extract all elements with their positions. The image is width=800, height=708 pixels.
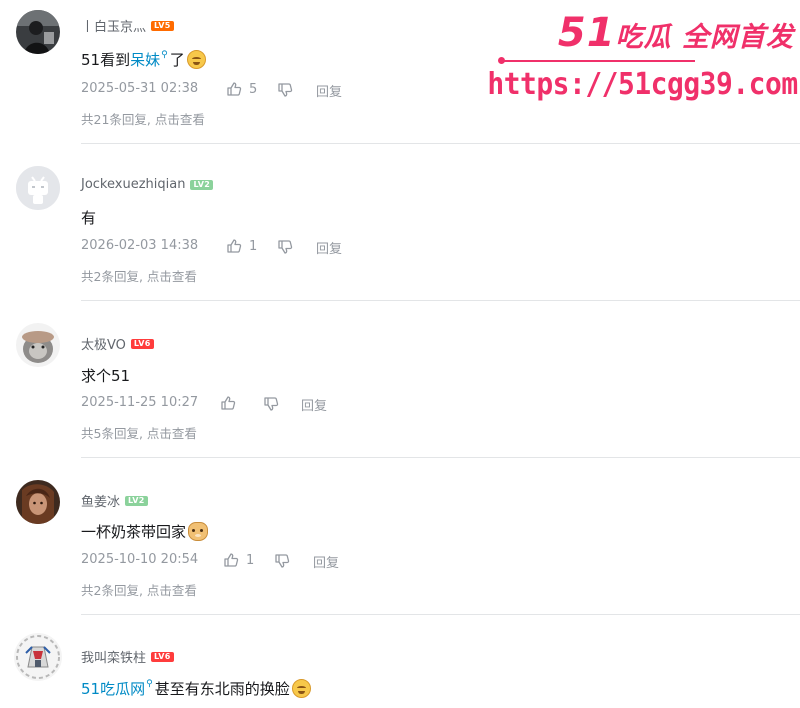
divider — [81, 457, 800, 458]
watermark-url: https://51cgg39.com — [487, 67, 799, 102]
like-button[interactable]: 1 — [223, 552, 254, 568]
reply-button[interactable]: 回复 — [301, 395, 327, 414]
search-link-icon: ⚲ — [146, 678, 153, 689]
dislike-button[interactable] — [277, 82, 293, 102]
level-badge: LV2 — [125, 495, 148, 506]
avatar[interactable] — [16, 10, 60, 54]
thumbs-down-icon — [278, 240, 293, 254]
content-text: 有 — [81, 209, 97, 227]
watermark: 51吃瓜 全网首发 https://51cgg39.com — [488, 8, 800, 108]
reply-button[interactable]: 回复 — [313, 552, 339, 571]
avatar[interactable] — [14, 633, 62, 681]
content-text: 求个51 — [81, 367, 131, 385]
like-count: 5 — [249, 81, 258, 97]
level-badge: LV6 — [130, 338, 154, 349]
username[interactable]: 鱼姜冰 LV2 — [81, 491, 148, 510]
reply-button[interactable]: 回复 — [316, 238, 342, 257]
doge-emoji-icon — [188, 522, 209, 541]
watermark-brand: 51吃瓜 全网首发 — [558, 10, 794, 56]
username[interactable]: Jockexuezhiqian LV2 — [81, 177, 214, 192]
search-link-icon: ⚲ — [161, 49, 168, 60]
reply-button[interactable]: 回复 — [316, 81, 342, 100]
content-text: 51看到 — [81, 51, 131, 69]
content-link[interactable]: 51吃瓜网 — [81, 678, 145, 699]
level-badge: LV6 — [151, 651, 174, 662]
view-replies-link[interactable]: 共2条回复, 点击查看 — [81, 266, 197, 285]
comment-content: 一杯奶茶带回家 — [81, 521, 209, 542]
thumbs-down-icon — [264, 397, 279, 411]
divider — [81, 143, 800, 144]
username-text: 太极VO — [81, 338, 126, 353]
thumbs-up-icon — [227, 239, 242, 253]
thumbs-up-icon — [227, 82, 242, 96]
view-replies-link[interactable]: 共2条回复, 点击查看 — [81, 580, 197, 599]
thumbs-up-icon — [221, 396, 236, 410]
comment-item: 我叫栾铁柱 LV6 51吃瓜网 ⚲ 甚至有东北雨的换脸 — [0, 628, 800, 708]
content-link[interactable]: 呆妹 — [130, 49, 160, 70]
comment-content: 51吃瓜网 ⚲ 甚至有东北雨的换脸 — [81, 678, 311, 699]
thumbs-down-icon — [275, 554, 290, 568]
username[interactable]: 我叫栾铁柱 LV6 — [81, 647, 174, 666]
username-text: 丨白玉京灬 — [81, 20, 147, 35]
avatar[interactable] — [16, 480, 60, 524]
divider — [81, 614, 800, 615]
username-text: 鱼姜冰 — [81, 495, 121, 510]
comment-content: 有 — [81, 207, 96, 228]
view-replies-link[interactable]: 共21条回复, 点击查看 — [81, 109, 205, 128]
like-count: 1 — [246, 552, 255, 568]
laugh-emoji-icon — [186, 50, 206, 69]
comment-content: 求个51 — [81, 365, 130, 386]
level-badge: LV5 — [151, 20, 174, 31]
username-text: Jockexuezhiqian — [81, 177, 186, 192]
comment-content: 51看到 呆妹 ⚲ 了 — [81, 49, 206, 70]
dislike-button[interactable] — [274, 553, 290, 573]
content-text: 一杯奶茶带回家 — [81, 523, 187, 541]
dislike-button[interactable] — [277, 239, 293, 259]
username[interactable]: 丨白玉京灬 LV5 — [81, 16, 174, 35]
comment-time: 2026-02-03 14:38 — [81, 238, 199, 253]
comment-item: 太极VO LV6 求个51 2025-11-25 10:27 回复 共5条回复,… — [0, 314, 800, 458]
thumbs-down-icon — [278, 83, 293, 97]
comment-time: 2025-11-25 10:27 — [81, 395, 199, 410]
watermark-brand-number: 51 — [557, 10, 616, 56]
comment-item: 鱼姜冰 LV2 一杯奶茶带回家 2025-10-10 20:54 1 回复 共2… — [0, 471, 800, 615]
watermark-brand-text: 吃瓜 全网首发 — [615, 22, 794, 53]
dislike-button[interactable] — [263, 396, 279, 416]
content-text-suffix: 了 — [169, 51, 185, 69]
level-badge: LV2 — [190, 179, 214, 190]
username[interactable]: 太极VO LV6 — [81, 334, 154, 353]
divider — [81, 300, 800, 301]
comment-item: Jockexuezhiqian LV2 有 2026-02-03 14:38 1… — [0, 157, 800, 301]
avatar[interactable] — [16, 166, 60, 210]
watermark-line — [500, 60, 695, 62]
like-button[interactable]: 1 — [226, 238, 257, 254]
username-text: 我叫栾铁柱 — [81, 651, 147, 666]
content-text: 甚至有东北雨的换脸 — [154, 680, 290, 698]
avatar[interactable] — [16, 323, 60, 367]
thumbs-up-icon — [224, 553, 239, 567]
comment-time: 2025-10-10 20:54 — [81, 552, 199, 567]
like-button[interactable]: 5 — [226, 81, 257, 97]
view-replies-link[interactable]: 共5条回复, 点击查看 — [81, 423, 197, 442]
like-count: 1 — [249, 238, 258, 254]
like-button[interactable] — [220, 395, 236, 411]
comment-time: 2025-05-31 02:38 — [81, 81, 199, 96]
laugh-emoji-icon — [291, 679, 311, 698]
